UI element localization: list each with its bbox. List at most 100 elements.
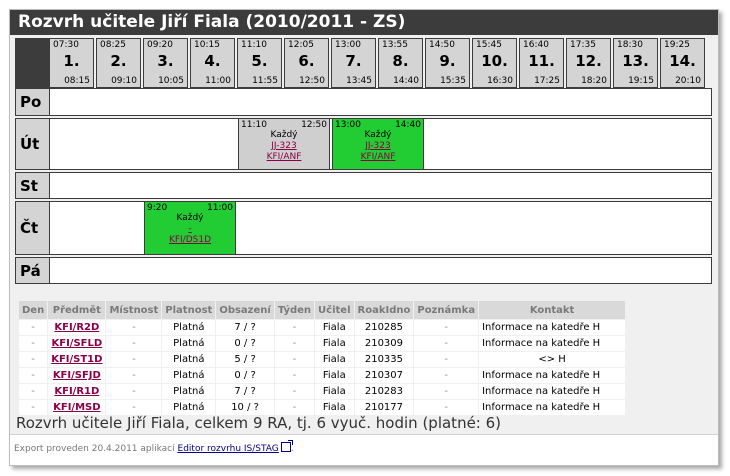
table-cell: 7 / ? (216, 320, 274, 335)
column-header: Předmět (48, 301, 106, 319)
lesson-block[interactable]: 13:00 14:40 Každý JJ-323 KFI/ANF (332, 118, 424, 170)
table-cell: - (106, 352, 162, 367)
table-cell: - (274, 400, 315, 415)
lesson-end: 12:50 (301, 120, 327, 130)
timeslot-2: 08:25 2. 09:10 (96, 38, 141, 88)
schedule-summary: Rozvrh učitele Jiří Fiala, celkem 9 RA, … (16, 414, 502, 432)
timeslot-12: 17:35 12. 18:20 (566, 38, 611, 88)
export-text: Export proveden 20.4.2011 aplikací (14, 444, 175, 454)
day-row-2: St (15, 172, 712, 199)
table-cell: - (19, 368, 48, 383)
header-corner (15, 38, 49, 88)
slot-end-time: 08:15 (64, 76, 90, 86)
slot-end-time: 10:05 (158, 76, 184, 86)
table-cell: 210285 (354, 320, 414, 335)
slot-start-time: 07:30 (53, 40, 79, 50)
slot-start-time: 15:45 (476, 40, 502, 50)
table-cell: - (19, 352, 48, 367)
table-cell: - (19, 400, 48, 415)
timetable-window: Rozvrh učitele Jiří Fiala (2010/2011 - Z… (9, 9, 719, 466)
table-cell: Informace na katedře H (479, 384, 626, 399)
slot-start-time: 16:40 (523, 40, 549, 50)
lesson-subject-link[interactable]: KFI/DS1D (169, 235, 211, 245)
editor-link[interactable]: Editor rozvrhu IS/STAG (178, 444, 279, 454)
timeslot-14: 19:25 14. 20:10 (660, 38, 705, 88)
slot-number: 14. (669, 52, 696, 70)
table-cell: 210309 (354, 336, 414, 351)
table-row: - KFI/MSD - Platná 10 / ? - Fiala 210177- Inform… (19, 400, 626, 415)
table-cell: Platná (162, 336, 216, 351)
table-cell: - (19, 384, 48, 399)
lesson-start: 13:00 (335, 120, 361, 130)
table-cell: - (414, 336, 479, 351)
table-cell: Fiala (315, 384, 354, 399)
lesson-subject-link[interactable]: KFI/ANF (267, 152, 302, 162)
table-cell: Platná (162, 384, 216, 399)
slot-number: 12. (575, 52, 602, 70)
timeslot-7: 13:00 7. 13:45 (331, 38, 376, 88)
subject-link[interactable]: KFI/ST1D (51, 354, 102, 365)
column-header: RoakIdno (354, 301, 414, 319)
lesson-room-link[interactable]: JJ-323 (271, 141, 296, 151)
table-cell: - (19, 336, 48, 351)
slot-start-time: 13:00 (335, 40, 361, 50)
lesson-week: Každý (364, 130, 392, 140)
slot-number: 11. (528, 52, 555, 70)
table-cell: - (414, 384, 479, 399)
slot-end-time: 11:55 (252, 76, 278, 86)
day-row-3: Čt 9:20 11:00 Každý - KFI/DS1D (15, 201, 712, 255)
slot-start-time: 13:55 (382, 40, 408, 50)
timeslot-8: 13:55 8. 14:40 (378, 38, 423, 88)
slot-end-time: 13:45 (346, 76, 372, 86)
timeslot-13: 18:30 13. 19:15 (613, 38, 658, 88)
table-row: - KFI/R2D - Platná 7 / ? - Fiala 210285- Informa… (19, 320, 626, 335)
slot-start-time: 10:15 (194, 40, 220, 50)
table-cell: - (19, 320, 48, 335)
slot-number: 7. (345, 52, 362, 70)
slot-start-time: 08:25 (100, 40, 126, 50)
lesson-room-link[interactable]: - (188, 224, 191, 234)
table-cell: - (106, 320, 162, 335)
table-cell: - (106, 384, 162, 399)
table-cell: Informace na katedře H (479, 368, 626, 383)
table-cell: - (274, 384, 315, 399)
slot-start-time: 17:35 (570, 40, 596, 50)
lesson-start: 9:20 (147, 203, 168, 213)
timeslot-9: 14:50 9. 15:35 (425, 38, 470, 88)
day-label: Po (16, 89, 50, 115)
table-cell: 210283 (354, 384, 414, 399)
lesson-block[interactable]: 11:10 12:50 Každý JJ-323 KFI/ANF (238, 118, 330, 170)
slot-end-time: 17:25 (534, 76, 560, 86)
subject-link[interactable]: KFI/SFJD (53, 370, 101, 381)
timeslot-6: 12:05 6. 12:50 (284, 38, 329, 88)
column-header: Kontakt (479, 301, 626, 319)
table-cell: 210177 (354, 400, 414, 415)
subject-table: Den Předmět Místnost Platnost Obsazení Týden U… (18, 300, 626, 416)
lesson-room-link[interactable]: JJ-323 (365, 141, 390, 151)
day-row-1: Út 11:10 12:50 Každý JJ-323 KFI/ANF 13:00 14:40… (15, 118, 712, 170)
slot-end-time: 18:20 (581, 76, 607, 86)
lesson-subject-link[interactable]: KFI/ANF (361, 152, 396, 162)
external-link-icon (280, 440, 293, 452)
slot-start-time: 14:50 (429, 40, 455, 50)
slot-start-time: 18:30 (617, 40, 643, 50)
slot-number: 6. (298, 52, 315, 70)
table-cell: 210335 (354, 352, 414, 367)
table-cell: Platná (162, 400, 216, 415)
slot-end-time: 20:10 (675, 76, 701, 86)
subject-link[interactable]: KFI/MSD (53, 402, 100, 413)
subject-link[interactable]: KFI/R2D (54, 322, 99, 333)
slot-end-time: 15:35 (440, 76, 466, 86)
subject-link[interactable]: KFI/SFLD (51, 338, 102, 349)
lesson-block[interactable]: 9:20 11:00 Každý - KFI/DS1D (144, 201, 236, 255)
slot-end-time: 16:30 (487, 76, 513, 86)
table-cell: 5 / ? (216, 352, 274, 367)
subject-cell: KFI/R2D (48, 320, 106, 335)
table-cell: - (414, 368, 479, 383)
lesson-start: 11:10 (241, 120, 267, 130)
slot-start-time: 11:10 (241, 40, 267, 50)
slot-number: 9. (439, 52, 456, 70)
subject-link[interactable]: KFI/R1D (54, 386, 99, 397)
table-cell: Fiala (315, 400, 354, 415)
table-cell: Platná (162, 320, 216, 335)
